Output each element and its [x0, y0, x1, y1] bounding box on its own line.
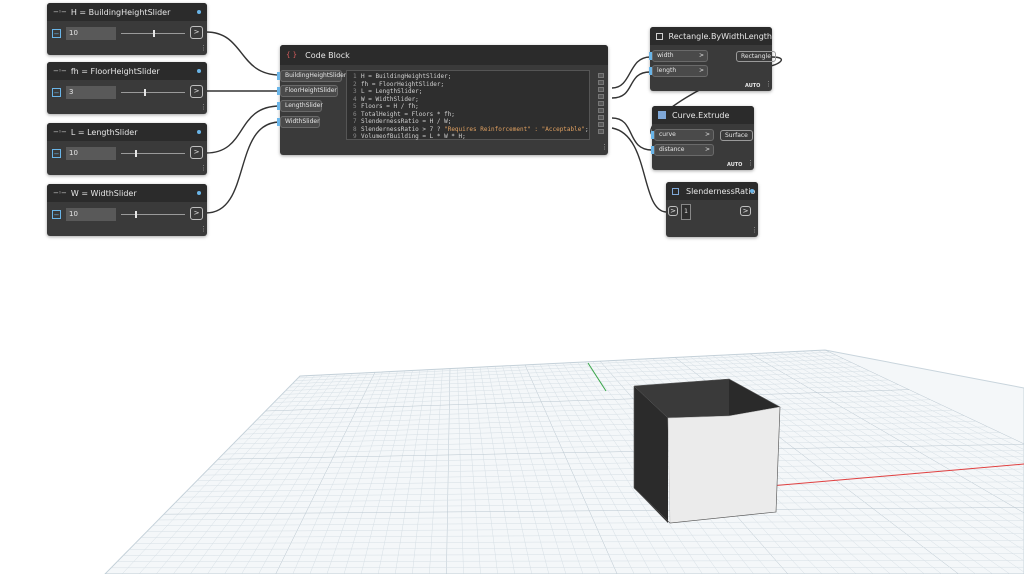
lacing-mode[interactable]: AUTO [745, 83, 760, 89]
slider-icon: −◦− [53, 67, 67, 75]
output-port-rectangle[interactable]: Rectangle [736, 51, 776, 62]
output-port[interactable] [598, 129, 604, 134]
output-port[interactable] [598, 101, 604, 106]
code-line: 7 SlendernessRatio = H / W; [353, 118, 452, 125]
input-port-building-height[interactable]: BuildingHeightSlider [277, 70, 346, 82]
more-icon[interactable]: ⋮ [765, 81, 772, 88]
status-dot [197, 191, 201, 195]
expand-icon[interactable]: − [52, 148, 61, 158]
output-port[interactable] [598, 87, 604, 92]
input-port-floor-height[interactable]: FloorHeightSlider [277, 85, 338, 97]
more-icon[interactable]: ⋮ [751, 227, 758, 234]
more-icon[interactable]: ⋮ [200, 104, 207, 111]
node-title: H = BuildingHeightSlider [70, 7, 171, 17]
slider-icon: −◦− [53, 189, 67, 197]
slider-node-building-height[interactable]: −◦− H = BuildingHeightSlider −10 > ⋮ [47, 3, 207, 55]
output-port[interactable] [598, 122, 604, 127]
code-line: 2 fh = FloorHeightSlider; [353, 80, 445, 88]
expand-icon[interactable]: − [52, 209, 61, 219]
output-port[interactable]: > [190, 146, 203, 159]
watch-icon [672, 187, 679, 195]
watch-node-slenderness[interactable]: SlendernessRatio > 1 > ⋮ [666, 182, 758, 237]
code-editor[interactable]: 1H = BuildingHeightSlider; 2 fh = FloorHe… [346, 70, 590, 140]
slider-thumb[interactable] [135, 150, 137, 157]
node-title: Curve.Extrude [672, 110, 730, 120]
output-port[interactable] [598, 80, 604, 85]
input-port-length[interactable]: length > [649, 65, 708, 77]
output-port[interactable]: > [190, 85, 203, 98]
extruded-box [633, 378, 781, 524]
output-port[interactable] [598, 73, 604, 78]
slider-node-width[interactable]: −◦− W = WidthSlider −10 > ⋮ [47, 184, 207, 236]
input-port-curve[interactable]: curve > [651, 129, 714, 141]
input-port[interactable]: > [668, 206, 678, 216]
output-port[interactable] [598, 94, 604, 99]
expand-icon[interactable]: − [52, 28, 61, 38]
more-icon[interactable]: ⋮ [601, 144, 608, 151]
code-line: 4W = WidthSlider; [353, 95, 419, 103]
output-port[interactable]: > [190, 207, 203, 220]
extrude-icon [658, 111, 666, 119]
code-line: 6 TotalHeight = Floors * fh; [353, 110, 455, 118]
more-icon[interactable]: ⋮ [200, 226, 207, 233]
slider-thumb[interactable] [153, 30, 155, 37]
output-port[interactable] [598, 115, 604, 120]
slider-node-length[interactable]: −◦− L = LengthSlider −10 > ⋮ [47, 123, 207, 175]
lacing-mode[interactable]: AUTO [727, 162, 742, 168]
expand-icon[interactable]: − [52, 87, 61, 97]
code-line: 3L = LengthSlider; [353, 88, 423, 95]
node-title: W = WidthSlider [70, 188, 137, 198]
code-line: 1H = BuildingHeightSlider; [353, 73, 452, 80]
output-port-surface[interactable]: Surface [720, 130, 753, 141]
slider-icon: −◦− [53, 8, 67, 16]
slider-value-field[interactable]: 3 [66, 85, 116, 99]
curve-extrude-node[interactable]: Curve.Extrude curve > distance > Surface A… [651, 106, 754, 170]
code-block-icon: { } [286, 51, 298, 59]
slider-thumb[interactable] [144, 89, 146, 96]
node-title: SlendernessRatio [686, 186, 756, 196]
more-icon[interactable]: ⋮ [200, 165, 207, 172]
slider-value-field[interactable]: 10 [66, 207, 116, 221]
slider-value-field[interactable]: 10 [66, 146, 116, 160]
slider-icon: −◦− [53, 128, 67, 136]
node-title: Code Block [305, 50, 350, 60]
slider-node-floor-height[interactable]: −◦− fh = FloorHeightSlider −3 > ⋮ [47, 62, 207, 114]
slider-track[interactable] [121, 153, 185, 154]
node-title: L = LengthSlider [70, 127, 138, 137]
code-block-node[interactable]: { } Code Block BuildingHeightSlider Floor… [277, 45, 608, 155]
status-dot [197, 69, 201, 73]
status-dot [197, 10, 201, 14]
code-line: 9 VolumeofBuilding = L * W * H; [353, 133, 466, 140]
more-icon[interactable]: ⋮ [747, 160, 754, 167]
more-icon[interactable]: ⋮ [200, 45, 207, 52]
code-line: 8 SlendernessRatio > 7 ? "Requires Reinfo… [353, 125, 589, 133]
node-title: Rectangle.ByWidthLength [668, 31, 772, 41]
rectangle-icon [656, 32, 663, 40]
input-port-length[interactable]: LengthSlider [277, 100, 323, 112]
rectangle-node[interactable]: Rectangle.ByWidthLength width > length > R… [649, 27, 776, 91]
input-port-width[interactable]: width > [649, 50, 708, 62]
status-dot [750, 189, 754, 193]
output-port[interactable]: > [740, 206, 751, 216]
slider-track[interactable] [121, 214, 185, 215]
slider-value-field[interactable]: 10 [66, 26, 116, 40]
slider-thumb[interactable] [135, 211, 137, 218]
output-port[interactable] [598, 108, 604, 113]
status-dot [197, 130, 201, 134]
code-line: 5 Floors = H / fh; [353, 103, 419, 110]
slider-track[interactable] [121, 92, 185, 93]
watch-value: 1 [681, 204, 691, 220]
input-port-distance[interactable]: distance > [651, 144, 714, 156]
input-port-width[interactable]: WidthSlider [277, 116, 320, 128]
node-title: fh = FloorHeightSlider [70, 66, 160, 76]
output-port[interactable]: > [190, 26, 203, 39]
